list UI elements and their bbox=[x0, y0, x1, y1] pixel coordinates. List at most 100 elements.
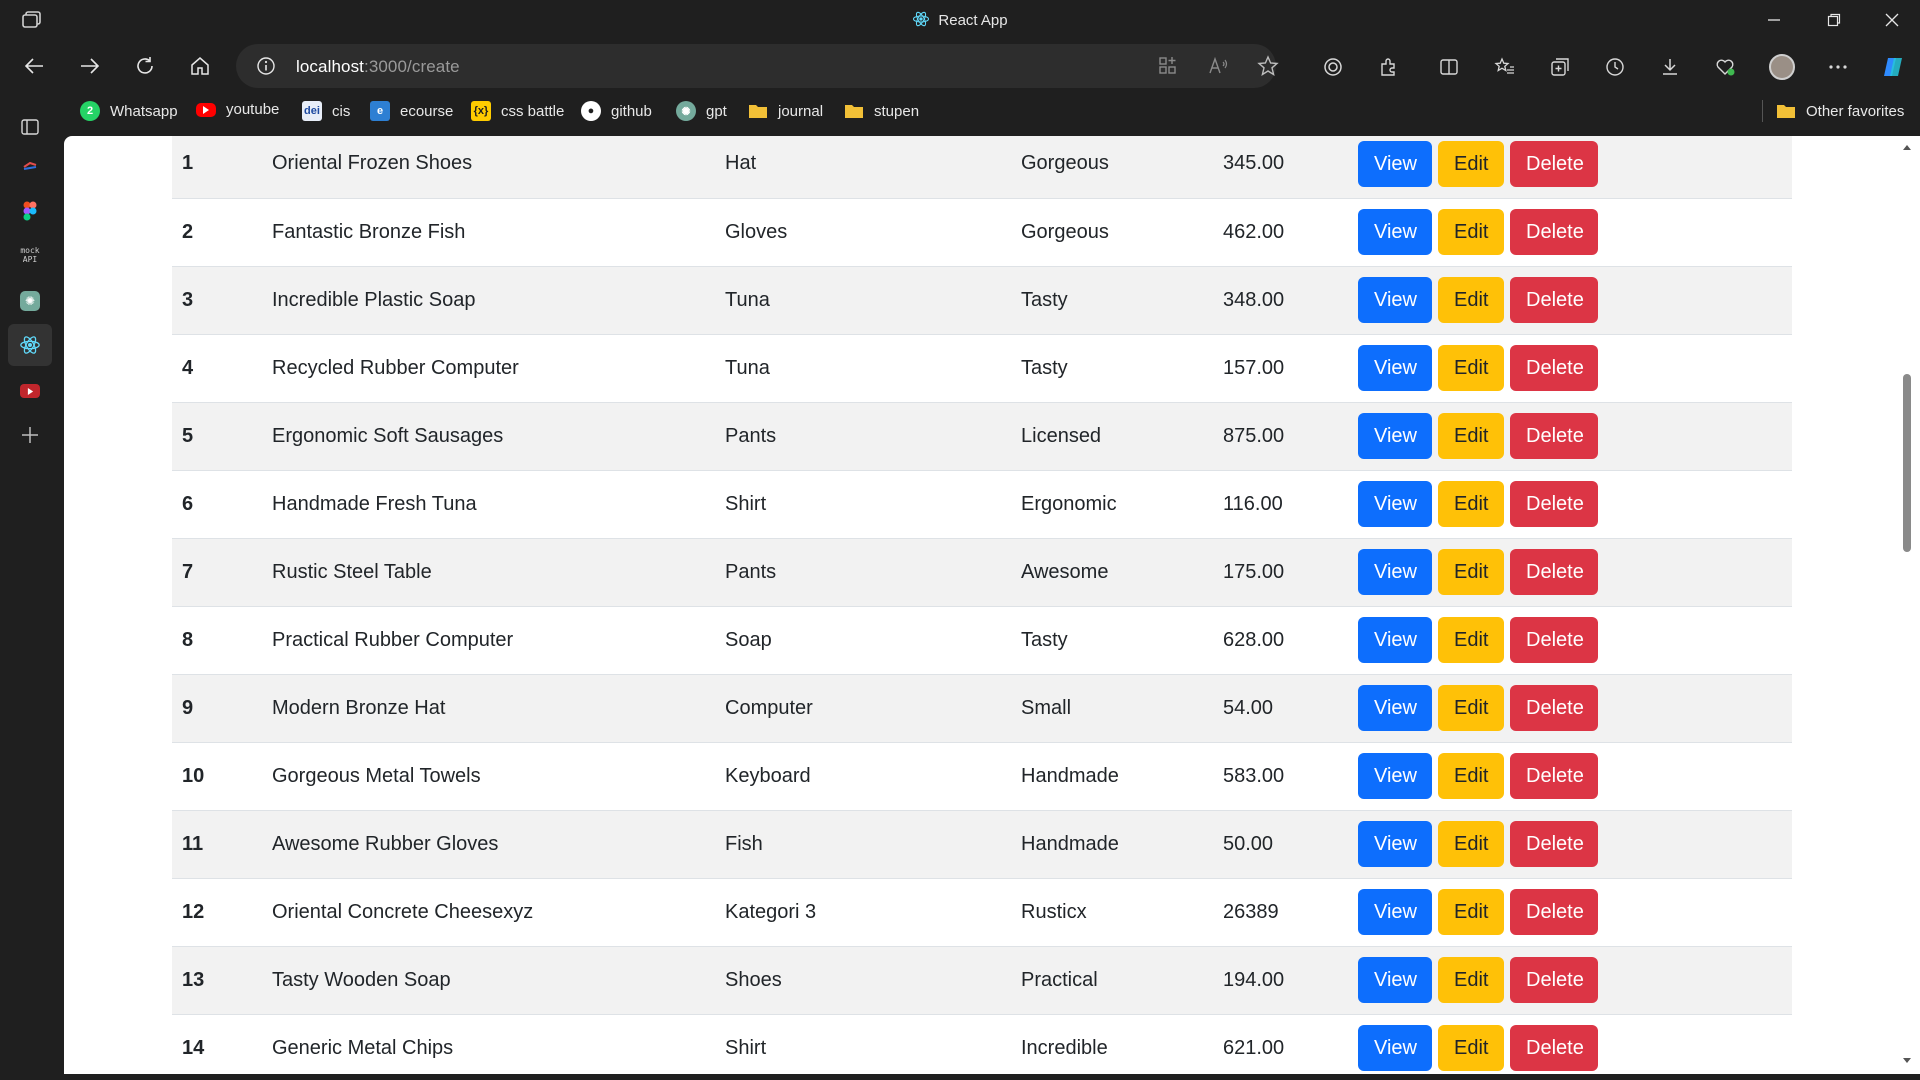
delete-button[interactable]: Delete bbox=[1510, 957, 1598, 1003]
collections-icon[interactable] bbox=[1547, 54, 1573, 80]
favorite-journal[interactable]: journal bbox=[748, 101, 823, 121]
split-screen-icon[interactable] bbox=[1436, 54, 1462, 80]
chatgpt-icon[interactable]: ✺ bbox=[17, 288, 43, 314]
favorite-css-battle[interactable]: {x} css battle bbox=[471, 101, 564, 121]
edit-button[interactable]: Edit bbox=[1438, 481, 1504, 527]
delete-button[interactable]: Delete bbox=[1510, 1025, 1598, 1071]
view-button[interactable]: View bbox=[1358, 140, 1432, 187]
delete-button[interactable]: Delete bbox=[1510, 345, 1598, 391]
favorite-github[interactable]: ● github bbox=[581, 101, 652, 121]
scroll-down-arrow-icon[interactable] bbox=[1901, 1054, 1913, 1066]
url-text[interactable]: localhost:3000/create bbox=[296, 57, 460, 77]
delete-button[interactable]: Delete bbox=[1510, 413, 1598, 459]
edit-button[interactable]: Edit bbox=[1438, 277, 1504, 323]
history-icon[interactable] bbox=[1602, 54, 1628, 80]
browser-essentials-icon[interactable] bbox=[1712, 54, 1738, 80]
downloads-icon[interactable] bbox=[1657, 54, 1683, 80]
edit-button[interactable]: Edit bbox=[1438, 413, 1504, 459]
favorite-gpt[interactable]: ✺ gpt bbox=[676, 101, 727, 121]
delete-button[interactable]: Delete bbox=[1510, 889, 1598, 935]
tab-actions-icon[interactable] bbox=[17, 114, 43, 140]
extension-circle-icon[interactable] bbox=[1320, 54, 1346, 80]
view-button[interactable]: View bbox=[1358, 1025, 1432, 1071]
row-price: 621.00 bbox=[1223, 1036, 1285, 1059]
minimize-button[interactable] bbox=[1746, 0, 1802, 40]
view-button[interactable]: View bbox=[1358, 821, 1432, 867]
copilot-icon[interactable] bbox=[1880, 54, 1906, 80]
view-button[interactable]: View bbox=[1358, 889, 1432, 935]
view-button[interactable]: View bbox=[1358, 685, 1432, 731]
other-favorites[interactable]: Other favorites bbox=[1776, 101, 1904, 121]
mockapi-icon[interactable]: mock API bbox=[17, 242, 43, 268]
view-button[interactable]: View bbox=[1358, 345, 1432, 391]
favorite-label: Whatsapp bbox=[110, 102, 178, 120]
edit-button[interactable]: Edit bbox=[1438, 957, 1504, 1003]
edit-button[interactable]: Edit bbox=[1438, 1025, 1504, 1071]
view-button[interactable]: View bbox=[1358, 481, 1432, 527]
delete-button[interactable]: Delete bbox=[1510, 821, 1598, 867]
figma-icon[interactable] bbox=[17, 198, 43, 224]
view-button[interactable]: View bbox=[1358, 957, 1432, 1003]
row-id: 7 bbox=[182, 560, 194, 583]
delete-button[interactable]: Delete bbox=[1510, 617, 1598, 663]
address-bar[interactable]: localhost:3000/create bbox=[236, 44, 1279, 88]
delete-button[interactable]: Delete bbox=[1510, 209, 1598, 255]
table-row: 5 Ergonomic Soft Sausages Pants Licensed 875… bbox=[172, 402, 1792, 470]
edit-button[interactable]: Edit bbox=[1438, 549, 1504, 595]
scroll-up-arrow-icon[interactable] bbox=[1901, 142, 1913, 154]
favorite-label: github bbox=[611, 102, 652, 120]
info-icon[interactable] bbox=[256, 56, 276, 76]
profile-avatar[interactable] bbox=[1769, 54, 1795, 80]
forward-button[interactable] bbox=[70, 46, 110, 86]
favorites-list-icon[interactable] bbox=[1492, 54, 1518, 80]
scrollbar-thumb[interactable] bbox=[1903, 374, 1911, 552]
restore-button[interactable] bbox=[1806, 0, 1862, 40]
app-available-icon[interactable] bbox=[1156, 54, 1180, 78]
delete-button[interactable]: Delete bbox=[1510, 277, 1598, 323]
read-aloud-icon[interactable] bbox=[1206, 54, 1230, 78]
view-button[interactable]: View bbox=[1358, 209, 1432, 255]
favorite-ecourse[interactable]: e ecourse bbox=[370, 101, 453, 121]
react-app-icon[interactable] bbox=[17, 332, 43, 358]
delete-button[interactable]: Delete bbox=[1510, 685, 1598, 731]
sidebar-app-1-icon[interactable] bbox=[17, 152, 43, 178]
favorite-youtube[interactable]: youtube bbox=[196, 101, 279, 118]
favorite-stupen[interactable]: stupen bbox=[844, 101, 919, 121]
delete-button[interactable]: Delete bbox=[1510, 481, 1598, 527]
edit-button[interactable]: Edit bbox=[1438, 685, 1504, 731]
edit-button[interactable]: Edit bbox=[1438, 209, 1504, 255]
view-button[interactable]: View bbox=[1358, 277, 1432, 323]
delete-button[interactable]: Delete bbox=[1510, 753, 1598, 799]
favorite-label: stupen bbox=[874, 102, 920, 120]
favorite-cis[interactable]: dei cis bbox=[302, 101, 350, 121]
react-icon bbox=[913, 11, 930, 27]
edit-button[interactable]: Edit bbox=[1438, 753, 1504, 799]
view-button[interactable]: View bbox=[1358, 549, 1432, 595]
back-button[interactable] bbox=[14, 46, 54, 86]
table-row: 1 Oriental Frozen Shoes Hat Gorgeous 345.00 V… bbox=[172, 136, 1792, 198]
edit-button[interactable]: Edit bbox=[1438, 345, 1504, 391]
favorite-star-icon[interactable] bbox=[1256, 54, 1280, 78]
extensions-icon[interactable] bbox=[1376, 54, 1402, 80]
more-options-icon[interactable] bbox=[1825, 54, 1851, 80]
favorite-label: youtube bbox=[226, 101, 280, 118]
add-sidebar-app-icon[interactable] bbox=[17, 422, 43, 448]
edit-button[interactable]: Edit bbox=[1438, 617, 1504, 663]
vertical-scrollbar[interactable] bbox=[1900, 136, 1920, 1074]
view-button[interactable]: View bbox=[1358, 413, 1432, 459]
edit-button[interactable]: Edit bbox=[1438, 821, 1504, 867]
youtube-sidebar-icon[interactable] bbox=[17, 378, 43, 404]
delete-button[interactable]: Delete bbox=[1510, 549, 1598, 595]
refresh-button[interactable] bbox=[125, 46, 165, 86]
close-button[interactable] bbox=[1864, 0, 1920, 40]
view-button[interactable]: View bbox=[1358, 617, 1432, 663]
row-adjective: Rusticx bbox=[1021, 900, 1087, 923]
edit-button[interactable]: Edit bbox=[1438, 889, 1504, 935]
home-button[interactable] bbox=[180, 46, 220, 86]
row-category: Fish bbox=[725, 832, 763, 855]
favorite-whatsapp[interactable]: 2 Whatsapp bbox=[80, 101, 178, 121]
delete-button[interactable]: Delete bbox=[1510, 140, 1598, 187]
edit-button[interactable]: Edit bbox=[1438, 140, 1504, 187]
row-category: Shoes bbox=[725, 968, 782, 991]
view-button[interactable]: View bbox=[1358, 753, 1432, 799]
